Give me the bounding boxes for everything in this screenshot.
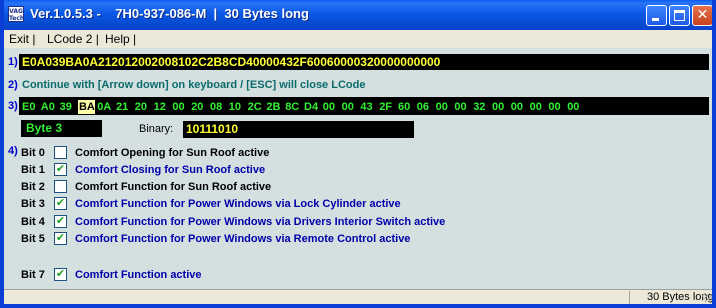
byte-cell[interactable]: 0A [97, 100, 114, 114]
section-label-2: 2) [8, 79, 18, 91]
bit-name: Bit 0 [21, 147, 45, 159]
title-bar[interactable]: VAG Tech Ver.1.0.5.3 - 7H0-937-086-M | 3… [4, 0, 712, 30]
minimize-icon [652, 18, 659, 21]
byte-cell[interactable]: D4 [304, 100, 321, 114]
byte-cell[interactable]: 39 [60, 100, 77, 114]
bit-description: Comfort Closing for Sun Roof active [75, 164, 266, 176]
bit-description: Comfort Function for Sun Roof active [75, 181, 272, 193]
menu-exit[interactable]: Exit | [9, 32, 35, 46]
byte-cell[interactable]: 32 [473, 100, 490, 114]
byte-cell[interactable]: 43 [360, 100, 377, 114]
bit-checkbox[interactable] [54, 146, 67, 159]
checkmark-icon: ✔ [55, 196, 66, 209]
resize-grip-icon[interactable] [702, 293, 711, 302]
checkmark-icon: ✔ [55, 162, 66, 175]
byte-strip: E0 A0 39 BA 0A 21 20 12 00 20 08 10 2C 2B 8C D4 00 00 43 2F… [19, 97, 709, 115]
minimize-button[interactable] [646, 5, 667, 26]
status-bar: 30 Bytes long [4, 289, 712, 304]
window-title: Ver.1.0.5.3 - 7H0-937-086-M | 30 Bytes l… [30, 6, 309, 21]
byte-cell[interactable]: 60 [398, 100, 415, 114]
checkmark-icon: ✔ [55, 267, 66, 280]
byte-cell[interactable]: 2C [248, 100, 265, 114]
instruction-text: Continue with [Arrow down] on keyboard /… [22, 79, 366, 91]
byte-cell[interactable]: 00 [172, 100, 189, 114]
byte-cell[interactable]: 00 [567, 100, 584, 114]
bit-checkbox[interactable]: ✔ [54, 196, 67, 210]
byte-cell[interactable]: 00 [511, 100, 528, 114]
bit-checkbox[interactable]: ✔ [54, 231, 67, 245]
close-icon: ✕ [696, 7, 709, 23]
binary-label: Binary: [139, 123, 174, 135]
bit-checkbox[interactable] [54, 180, 67, 193]
selected-byte-label: Byte 3 [21, 120, 102, 137]
section-label-4: 4) [8, 145, 18, 157]
maximize-icon [674, 10, 685, 21]
bit-name: Bit 4 [21, 216, 45, 228]
byte-cell[interactable]: 00 [323, 100, 340, 114]
bit-name: Bit 2 [21, 181, 45, 193]
bit-checkbox[interactable]: ✔ [54, 214, 67, 228]
byte-cell[interactable]: 00 [548, 100, 565, 114]
bit-name: Bit 3 [21, 198, 45, 210]
app-logo-icon: VAG Tech [8, 6, 25, 22]
byte-cell[interactable]: 06 [417, 100, 434, 114]
bit-description: Comfort Function for Power Windows via D… [75, 216, 446, 228]
menu-lcode2[interactable]: LCode 2 | [47, 32, 99, 46]
byte-cell[interactable]: 00 [530, 100, 547, 114]
byte-cell[interactable]: 20 [191, 100, 208, 114]
checkmark-icon: ✔ [55, 231, 66, 244]
bit-description: Comfort Function active [75, 269, 202, 281]
byte-cell[interactable]: 00 [342, 100, 359, 114]
byte-cell[interactable]: 2B [266, 100, 283, 114]
byte-cell[interactable]: E0 [22, 100, 39, 114]
byte-cell[interactable]: 00 [436, 100, 453, 114]
bit-name: Bit 5 [21, 233, 45, 245]
close-button[interactable]: ✕ [692, 5, 712, 26]
byte-cell[interactable]: 00 [492, 100, 509, 114]
section-label-1: 1) [8, 56, 18, 68]
status-divider [629, 291, 630, 304]
section-label-3: 3) [8, 100, 18, 112]
byte-cell[interactable]: A0 [41, 100, 58, 114]
byte-cell[interactable]: 21 [116, 100, 133, 114]
byte-cell[interactable]: 2F [379, 100, 396, 114]
bit-description: Comfort Function for Power Windows via L… [75, 198, 401, 210]
byte-cell[interactable]: 00 [454, 100, 471, 114]
byte-cell[interactable]: 08 [210, 100, 227, 114]
bit-description: Comfort Function for Power Windows via R… [75, 233, 411, 245]
byte-cell[interactable]: 8C [285, 100, 302, 114]
checkmark-icon: ✔ [55, 214, 66, 227]
binary-value: 10111010 [183, 121, 414, 138]
bit-checkbox[interactable]: ✔ [54, 162, 67, 176]
byte-cell[interactable]: 12 [154, 100, 171, 114]
maximize-button[interactable] [669, 5, 690, 26]
main-panel: 1) E0A039BA0A212012002008102C2B8CD400004… [4, 48, 712, 289]
app-window: VAG Tech Ver.1.0.5.3 - 7H0-937-086-M | 3… [0, 0, 716, 308]
lcode-field[interactable]: E0A039BA0A212012002008102C2B8CD40000432F… [19, 54, 709, 70]
bit-name: Bit 1 [21, 164, 45, 176]
menu-help[interactable]: Help | [105, 32, 136, 46]
menu-bar: Exit | LCode 2 | Help | [4, 30, 712, 47]
byte-cell[interactable]: 20 [135, 100, 152, 114]
bit-description: Comfort Opening for Sun Roof active [75, 147, 270, 159]
byte-cell[interactable]: 10 [229, 100, 246, 114]
bit-checkbox[interactable]: ✔ [54, 267, 67, 281]
byte-cell-selected[interactable]: BA [78, 100, 96, 114]
bit-name: Bit 7 [21, 269, 45, 281]
